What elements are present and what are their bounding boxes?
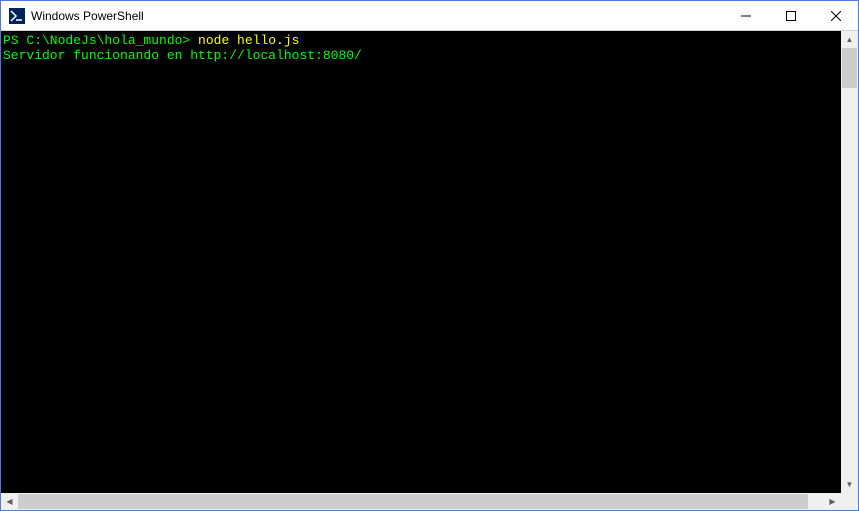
- title-bar: Windows PowerShell: [1, 1, 858, 31]
- terminal-area[interactable]: PS C:\NodeJs\hola_mundo> node hello.jsSe…: [1, 31, 858, 493]
- scroll-up-button[interactable]: ▲: [841, 31, 858, 48]
- vertical-scroll-thumb[interactable]: [842, 48, 857, 88]
- horizontal-scroll-track[interactable]: [18, 493, 824, 510]
- command-text: node hello.js: [198, 33, 299, 48]
- horizontal-scrollbar[interactable]: ◀ ▶: [1, 493, 858, 510]
- scroll-right-button[interactable]: ▶: [824, 493, 841, 510]
- horizontal-scroll-thumb[interactable]: [18, 494, 808, 509]
- maximize-icon: [786, 11, 796, 21]
- chevron-up-icon: ▲: [846, 36, 854, 44]
- window-controls: [723, 1, 858, 30]
- chevron-right-icon: ▶: [829, 498, 835, 506]
- scroll-down-button[interactable]: ▼: [841, 476, 858, 493]
- window-title: Windows PowerShell: [31, 9, 144, 23]
- close-icon: [831, 11, 841, 21]
- powershell-icon: [9, 8, 25, 24]
- scroll-left-button[interactable]: ◀: [1, 493, 18, 510]
- scroll-corner: [841, 493, 858, 510]
- terminal-content[interactable]: PS C:\NodeJs\hola_mundo> node hello.jsSe…: [1, 31, 841, 493]
- vertical-scrollbar[interactable]: ▲ ▼: [841, 31, 858, 493]
- minimize-button[interactable]: [723, 1, 768, 30]
- maximize-button[interactable]: [768, 1, 813, 30]
- chevron-down-icon: ▼: [846, 481, 854, 489]
- close-button[interactable]: [813, 1, 858, 30]
- prompt-text: PS C:\NodeJs\hola_mundo>: [3, 33, 198, 48]
- minimize-icon: [741, 11, 751, 21]
- output-line: Servidor funcionando en http://localhost…: [3, 48, 841, 63]
- chevron-left-icon: ◀: [6, 498, 12, 506]
- prompt-line: PS C:\NodeJs\hola_mundo> node hello.js: [3, 33, 841, 48]
